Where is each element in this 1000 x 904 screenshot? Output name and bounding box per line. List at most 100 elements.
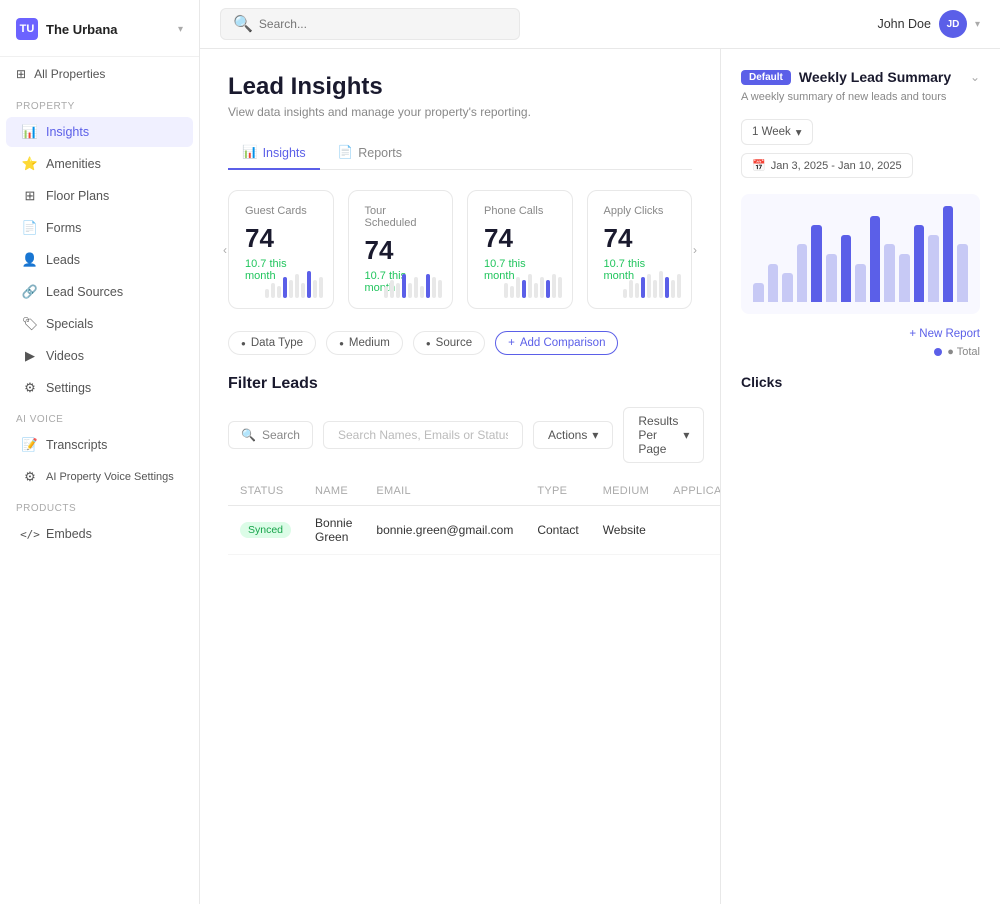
embeds-icon: </> — [22, 526, 38, 542]
chart-bar — [797, 244, 808, 302]
sidebar-property-section: Property — [0, 91, 199, 116]
sidebar-item-forms[interactable]: 📄 Forms — [6, 213, 193, 243]
week-select-button[interactable]: 1 Week ▾ — [741, 119, 813, 145]
tab-reports-label: Reports — [358, 146, 402, 160]
sidebar-item-leads-label: Leads — [46, 253, 80, 267]
metric-phone-value: 74 — [484, 223, 556, 254]
filter-medium-button[interactable]: ● Medium — [326, 331, 403, 355]
specials-icon: 🏷 — [22, 316, 38, 332]
filter-medium-label: Medium — [349, 337, 390, 349]
sidebar-item-embeds[interactable]: </> Embeds — [6, 519, 193, 549]
col-status: STATUS — [228, 477, 303, 506]
filter-source-label: Source — [436, 337, 472, 349]
actions-chevron-icon: ▾ — [592, 428, 598, 442]
tour-chart — [384, 268, 442, 298]
filter-data-type-button[interactable]: ● Data Type — [228, 331, 316, 355]
search-input[interactable] — [259, 17, 507, 31]
main-content: 🔍 John Doe JD ▾ Lead Insights View data … — [200, 0, 1000, 904]
sidebar-item-floor-plans-label: Floor Plans — [46, 189, 109, 203]
panel-chevron-icon[interactable]: ⌄ — [970, 70, 980, 84]
sidebar-item-videos[interactable]: ▶ Videos — [6, 341, 193, 371]
chart-bar — [768, 264, 779, 302]
tab-insights-icon: 📊 — [242, 145, 258, 160]
col-type: TYPE — [525, 477, 590, 506]
page-subtitle: View data insights and manage your prope… — [228, 105, 692, 119]
panel-filters: 1 Week ▾ 📅 Jan 3, 2025 - Jan 10, 2025 — [741, 119, 980, 178]
dot-icon-3: ● — [426, 339, 431, 348]
dot-icon: ● — [241, 339, 246, 348]
logo-chevron-icon: ▾ — [178, 24, 183, 35]
results-per-page-label: Results Per Page — [638, 414, 678, 456]
chart-bar — [899, 254, 910, 302]
panel-header: Default Weekly Lead Summary ⌄ — [741, 69, 980, 85]
actions-label: Actions — [548, 428, 587, 442]
date-range-label: Jan 3, 2025 - Jan 10, 2025 — [771, 160, 902, 172]
results-per-page-dropdown-button[interactable]: Results Per Page ▾ — [623, 407, 704, 463]
topbar-search[interactable]: 🔍 — [220, 8, 520, 40]
ai-voice-settings-icon: ⚙ — [22, 469, 38, 485]
status-badge: Synced — [240, 522, 291, 538]
legend-dot-icon — [934, 348, 942, 356]
results-per-page-chevron-icon: ▾ — [683, 428, 689, 442]
sidebar-ai-voice-section: AI Voice — [0, 404, 199, 429]
chart-bar — [753, 283, 764, 302]
sidebar-item-floor-plans[interactable]: ⊞ Floor Plans — [6, 181, 193, 211]
chart-bar — [841, 235, 852, 302]
grid-icon: ⊞ — [16, 67, 26, 81]
topbar: 🔍 John Doe JD ▾ — [200, 0, 1000, 49]
sidebar-item-transcripts[interactable]: 📝 Transcripts — [6, 430, 193, 460]
sidebar-item-lead-sources[interactable]: 🔗 Lead Sources — [6, 277, 193, 307]
prev-card-button[interactable]: ‹ — [223, 243, 227, 257]
search-icon-leads: 🔍 — [241, 428, 256, 442]
user-menu-chevron-icon[interactable]: ▾ — [975, 19, 980, 30]
sidebar-item-amenities[interactable]: ⭐ Amenities — [6, 149, 193, 179]
metric-apply-value: 74 — [604, 223, 676, 254]
sidebar-item-specials-label: Specials — [46, 317, 93, 331]
sidebar-item-ai-voice-settings[interactable]: ⚙ AI Property Voice Settings — [6, 462, 193, 492]
sidebar: TU The Urbana ▾ ⊞ All Properties Propert… — [0, 0, 200, 904]
amenities-icon: ⭐ — [22, 156, 38, 172]
user-name: John Doe — [877, 17, 931, 31]
right-panel: Default Weekly Lead Summary ⌄ A weekly s… — [720, 49, 1000, 904]
row-status: Synced — [228, 506, 303, 555]
plus-icon: + — [508, 337, 515, 349]
settings-icon: ⚙ — [22, 380, 38, 396]
table-row[interactable]: Synced Bonnie Green bonnie.green@gmail.c… — [228, 506, 720, 555]
sidebar-item-specials[interactable]: 🏷 Specials — [6, 309, 193, 339]
search-leads-label: Search — [262, 428, 300, 442]
chart-bar — [957, 244, 968, 302]
week-chevron-icon: ▾ — [796, 125, 802, 139]
sidebar-item-leads[interactable]: 👤 Leads — [6, 245, 193, 275]
tab-reports-icon: 📄 — [338, 145, 354, 160]
dot-icon-2: ● — [339, 339, 344, 348]
chart-bar — [884, 244, 895, 302]
metric-apply-title: Apply Clicks — [604, 205, 676, 217]
insights-icon: 📊 — [22, 124, 38, 140]
new-report-button[interactable]: + New Report — [909, 328, 980, 340]
date-range-picker[interactable]: 📅 Jan 3, 2025 - Jan 10, 2025 — [741, 153, 913, 178]
leads-toolbar: 🔍 Search Actions ▾ Results Per Page ▾ — [228, 407, 692, 463]
tab-reports[interactable]: 📄 Reports — [324, 137, 416, 170]
sidebar-item-embeds-label: Embeds — [46, 527, 92, 541]
tab-insights[interactable]: 📊 Insights — [228, 137, 320, 170]
leads-search-input[interactable] — [323, 421, 523, 449]
phone-chart — [504, 268, 562, 298]
tab-insights-label: Insights — [263, 146, 306, 160]
floor-plans-icon: ⊞ — [22, 188, 38, 204]
sidebar-logo[interactable]: TU The Urbana ▾ — [0, 8, 199, 57]
user-avatar[interactable]: JD — [939, 10, 967, 38]
metric-tour-title: Tour Scheduled — [365, 205, 437, 229]
add-comparison-button[interactable]: + Add Comparison — [495, 331, 618, 355]
sidebar-all-properties[interactable]: ⊞ All Properties — [0, 57, 199, 91]
next-card-button[interactable]: › — [693, 243, 697, 257]
sidebar-item-transcripts-label: Transcripts — [46, 438, 107, 452]
add-comparison-label: Add Comparison — [520, 337, 606, 349]
week-label: 1 Week — [752, 126, 791, 138]
sidebar-item-insights[interactable]: 📊 Insights — [6, 117, 193, 147]
chart-bar — [855, 264, 866, 302]
filter-source-button[interactable]: ● Source — [413, 331, 485, 355]
search-leads-button[interactable]: 🔍 Search — [228, 421, 313, 449]
actions-dropdown-button[interactable]: Actions ▾ — [533, 421, 613, 449]
col-medium: MEDIUM — [591, 477, 661, 506]
sidebar-item-settings[interactable]: ⚙ Settings — [6, 373, 193, 403]
